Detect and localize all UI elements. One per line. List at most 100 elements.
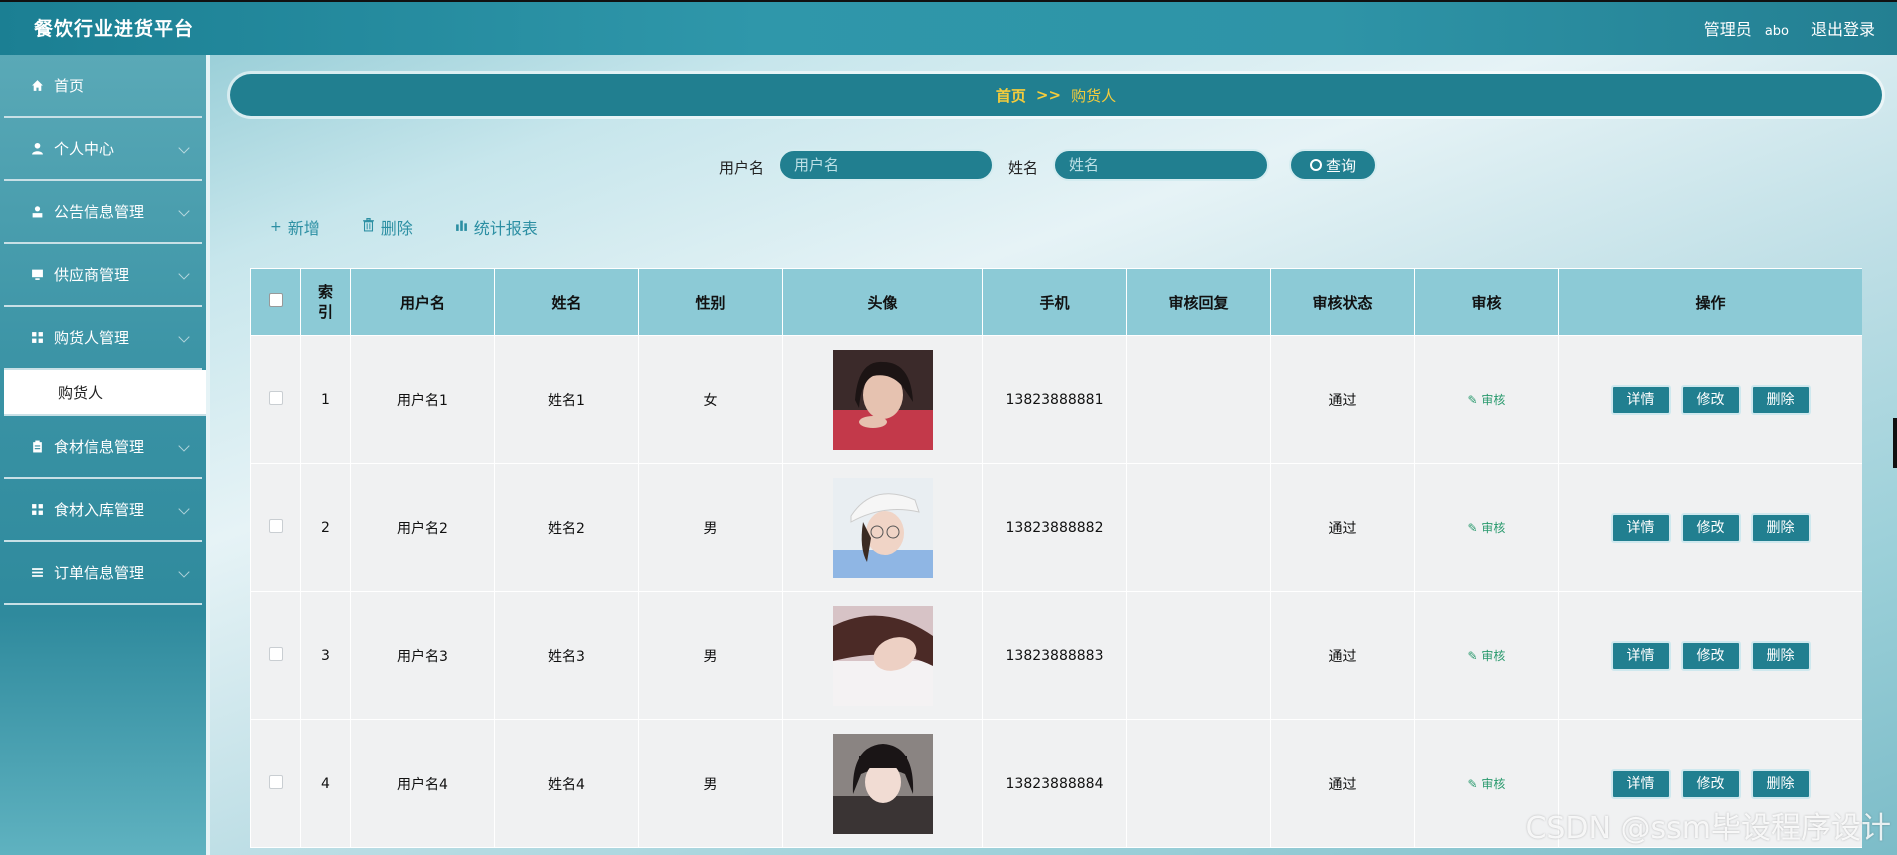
chevron-down-icon [178,268,190,280]
report-button-label: 统计报表 [473,219,538,238]
trash-icon [362,218,375,236]
home-icon [30,79,44,93]
phone-cell: 13823888881 [982,335,1127,464]
plus-icon: + [270,219,282,235]
column-header: 性别 [638,268,783,336]
review-reply-cell [1126,335,1271,464]
delete-button[interactable]: 删除 [1750,384,1811,415]
breadcrumb-home[interactable]: 首页 [996,85,1026,106]
edit-icon: ✎ [1467,521,1482,535]
watermark: CSDN @ssm毕设程序设计 [1525,811,1891,846]
actions-cell: 详情 修改 删除 [1558,335,1862,464]
review-reply-cell [1126,463,1271,592]
username-cell: 用户名1 [350,335,495,464]
table-row: 3 用户名3 姓名3 男 13823888883 通过 ✎ 审核 详情 修改 删除 [250,591,1862,720]
edit-button[interactable]: 修改 [1680,640,1741,671]
review-reply-cell [1126,591,1271,720]
delete-button[interactable]: 删除 [1750,768,1811,799]
sidebar-item-label: 订单信息管理 [54,564,145,582]
breadcrumb-separator: >> [1035,86,1062,104]
sidebar-item-label: 食材入库管理 [54,501,145,519]
chevron-down-icon [178,566,190,578]
sidebar-item-label: 首页 [54,77,85,95]
edit-icon: ✎ [1467,777,1482,791]
delete-button-label: 删除 [380,219,413,238]
list-icon [30,566,44,580]
action-toolbar: + 新增 删除 统计报表 [270,215,580,239]
sidebar-item-label: 购货人管理 [54,329,130,347]
add-button[interactable]: + 新增 [270,215,320,239]
logout-button[interactable]: 退出登录 [1811,16,1875,40]
grid-icon [30,331,44,345]
row-checkbox[interactable] [268,774,283,789]
index-cell: 3 [300,591,351,720]
add-button-label: 新增 [287,219,320,238]
review-cell: ✎ 审核 [1414,591,1559,720]
user-badge-icon [30,205,44,219]
chevron-down-icon [178,440,190,452]
detail-button[interactable]: 详情 [1610,768,1671,799]
row-checkbox[interactable] [268,646,283,661]
review-link[interactable]: ✎ 审核 [1468,649,1506,663]
review-cell: ✎ 审核 [1414,335,1559,464]
batch-delete-button[interactable]: 删除 [362,215,413,239]
bar-chart-icon [455,219,468,236]
review-link[interactable]: ✎ 审核 [1468,393,1506,407]
name-cell: 姓名2 [494,463,639,592]
review-status-cell: 通过 [1270,719,1415,848]
sidebar-item-label: 公告信息管理 [54,203,145,221]
review-cell: ✎ 审核 [1414,463,1559,592]
sidebar-item-stock-in[interactable]: 食材入库管理 [4,479,202,542]
search-button[interactable]: 查询 [1289,149,1377,181]
phone-cell: 13823888882 [982,463,1127,592]
monitor-icon [30,268,44,282]
delete-button[interactable]: 删除 [1750,640,1811,671]
search-icon [1309,159,1322,171]
delete-button[interactable]: 删除 [1750,512,1811,543]
gender-cell: 男 [638,463,783,592]
sidebar-item-buyer-management[interactable]: 购货人管理 [4,307,202,370]
detail-button[interactable]: 详情 [1610,640,1671,671]
row-checkbox[interactable] [268,390,283,405]
review-reply-cell [1126,719,1271,848]
edit-button[interactable]: 修改 [1680,768,1741,799]
review-status-cell: 通过 [1270,335,1415,464]
sidebar-item-orders[interactable]: 订单信息管理 [4,542,202,605]
name-search-input[interactable] [1053,149,1269,181]
statistics-report-button[interactable]: 统计报表 [455,215,538,239]
detail-button[interactable]: 详情 [1610,384,1671,415]
table-row: 1 用户名1 姓名1 女 13823888881 通过 ✎ 审核 详情 修改 删除 [250,335,1862,464]
select-all-checkbox[interactable] [268,293,283,307]
name-cell: 姓名1 [494,335,639,464]
sidebar-item-home[interactable]: 首页 [4,55,202,118]
review-link[interactable]: ✎ 审核 [1468,777,1506,791]
actions-cell: 详情 修改 删除 [1558,463,1862,592]
row-select-cell [250,463,301,592]
sidebar-item-label: 食材信息管理 [54,438,145,456]
gender-cell: 男 [638,719,783,848]
sidebar-item-announcements[interactable]: 公告信息管理 [4,181,202,244]
actions-cell: 详情 修改 删除 [1558,591,1862,720]
breadcrumb: 首页 >> 购货人 [230,74,1882,116]
breadcrumb-current: 购货人 [1071,86,1117,105]
username-cell: 用户名2 [350,463,495,592]
chevron-down-icon [178,331,190,343]
gender-cell: 女 [638,335,783,464]
column-header: 审核 [1414,268,1559,336]
column-header: 用户名 [350,268,495,336]
sidebar-item-ingredients[interactable]: 食材信息管理 [4,416,202,479]
index-cell: 1 [300,335,351,464]
scrollbar-handle[interactable] [1893,418,1897,468]
avatar [832,477,933,578]
detail-button[interactable]: 详情 [1610,512,1671,543]
edit-button[interactable]: 修改 [1680,512,1741,543]
review-link[interactable]: ✎ 审核 [1468,521,1506,535]
app-title: 餐饮行业进货平台 [34,18,195,40]
username-search-input[interactable] [778,149,994,181]
edit-button[interactable]: 修改 [1680,384,1741,415]
index-cell: 2 [300,463,351,592]
admin-role: 管理员 [1703,20,1752,39]
row-checkbox[interactable] [268,518,283,533]
sidebar-subitem-buyer[interactable]: 购货人 [4,370,206,416]
sidebar-item-suppliers[interactable]: 供应商管理 [4,244,202,307]
